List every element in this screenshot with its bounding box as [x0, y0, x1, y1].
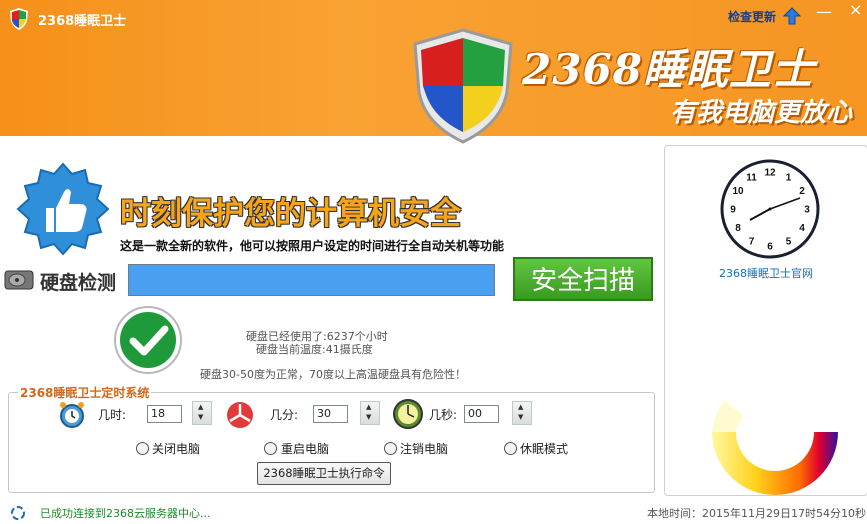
hour-input[interactable]: 18	[147, 405, 182, 423]
radio-restart[interactable]	[264, 442, 277, 455]
option-logoff-label: 注销电脑	[400, 442, 449, 456]
shield-logo-icon	[413, 28, 513, 144]
hard-disk-icon	[4, 270, 34, 290]
official-site-link[interactable]: 2368睡眠卫士官网	[719, 265, 813, 281]
clock-number: 11	[746, 173, 757, 184]
close-button[interactable]: —	[816, 2, 832, 21]
clock-number: 6	[767, 242, 773, 253]
second-input[interactable]: 00	[464, 405, 499, 423]
option-restart-label: 重启电脑	[281, 442, 330, 456]
hour-label: 几时:	[98, 408, 127, 422]
green-check-icon	[114, 306, 182, 374]
update-arrow-icon[interactable]	[783, 7, 801, 25]
color-ring-gauge	[712, 400, 838, 495]
clock-number: 4	[799, 223, 805, 234]
main-headline: 时刻保护您的计算机安全	[120, 196, 461, 232]
clock-number: 2	[799, 186, 805, 197]
main-description: 这是一款全新的软件，他可以按照用户设定的时间进行全自动关机等功能	[120, 239, 505, 253]
alarm-clock-icon	[60, 402, 84, 428]
brand-slogan: 有我电脑更放心	[670, 98, 853, 128]
clock-number: 7	[749, 237, 755, 248]
radio-shutdown[interactable]	[136, 442, 149, 455]
execute-command-button[interactable]: 2368睡眠卫士执行命令	[257, 462, 391, 485]
disk-check-label: 硬盘检测	[40, 272, 117, 294]
clock-number: 1	[786, 173, 792, 184]
hour-spinner[interactable]: ▲ ▼	[192, 401, 212, 425]
minute-spinner[interactable]: ▲ ▼	[360, 401, 380, 425]
check-update-link[interactable]: 检查更新	[728, 8, 776, 25]
timer-legend: 2368睡眠卫士定时系统	[18, 384, 152, 401]
window-title: 2368睡眠卫士	[38, 14, 127, 29]
minimize-button[interactable]: ×	[849, 0, 862, 19]
security-scan-button[interactable]: 安全扫描	[513, 257, 653, 301]
minute-input[interactable]: 30	[313, 405, 348, 423]
second-clock-icon	[393, 399, 423, 429]
minute-clock-icon	[227, 402, 253, 428]
connection-status-text: 已成功连接到2368云服务器中心...	[40, 507, 211, 520]
option-shutdown-label: 关闭电脑	[152, 442, 201, 456]
clock-number: 12	[764, 168, 776, 179]
radio-logoff[interactable]	[384, 442, 397, 455]
clock-number: 9	[730, 205, 736, 216]
thumbs-up-icon	[16, 162, 110, 256]
disk-warning-text: 硬盘30-50度为正常，70度以上高温硬盘具有危险性！	[200, 368, 466, 381]
clock-number: 10	[732, 186, 744, 197]
second-spinner[interactable]: ▲ ▼	[512, 401, 532, 425]
minute-label: 几分:	[270, 408, 299, 422]
clock-number: 5	[786, 237, 792, 248]
option-hibernate-label: 休眠模式	[520, 442, 569, 456]
second-label: 几秒:	[429, 408, 458, 422]
connection-icon	[11, 506, 25, 520]
disk-progress-bar	[128, 264, 495, 296]
clock-number: 8	[735, 223, 741, 234]
app-logo-icon	[10, 8, 28, 30]
clock-number: 3	[804, 205, 810, 216]
analog-clock: 12 12 3 45 6 78 9 1011	[720, 159, 820, 259]
radio-hibernate[interactable]	[504, 442, 517, 455]
local-time-text: 本地时间：2015年11月29日17时54分10秒	[647, 507, 866, 520]
disk-temperature-text: 硬盘当前温度:41摄氏度	[256, 343, 373, 356]
brand-name: 2368睡眠卫士	[522, 45, 815, 94]
